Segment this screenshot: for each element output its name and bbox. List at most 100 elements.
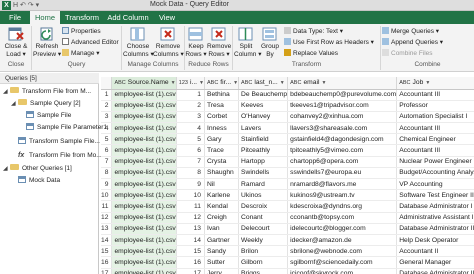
row-number-cell[interactable]: 1 [101,89,113,101]
table-row[interactable]: 8 employee-list (1).csv 8 Shaughn Swindells s… [101,167,474,180]
table-cell[interactable]: 10 [176,189,205,202]
table-cell[interactable]: Stainfield [238,133,289,146]
filter-dropdown-icon[interactable]: ▼ [171,80,176,86]
table-cell[interactable]: Tresa [204,100,240,112]
close-load-button[interactable]: Close & Load ▾ [2,26,30,59]
filter-dropdown-icon[interactable]: ▼ [425,80,430,86]
table-cell[interactable]: Accountant III [396,122,474,135]
table-row[interactable]: 17 employee-list (1).csv 17 Jerry Briggs jcic… [101,268,474,274]
table-cell[interactable]: 12 [176,212,205,224]
row-number-cell[interactable]: 15 [101,245,113,258]
table-cell[interactable]: employee-list (1).csv [111,212,177,224]
table-cell[interactable]: 6 [176,144,205,157]
table-cell[interactable]: Nil [204,178,240,191]
table-row[interactable]: 14 employee-list (1).csv 14 Gartner Weekly id… [101,234,474,247]
query-item-transform-file-function[interactable]: fx Transform File from Mo... [18,150,102,162]
query-item-mock-data[interactable]: Mock Data [18,175,60,187]
table-cell[interactable]: Shaughn [204,167,240,180]
table-row[interactable]: 16 employee-list (1).csv 16 Sutter Gilborn sg… [101,256,474,269]
column-header[interactable]: ABC last_n... ▼ [238,77,289,90]
row-number-cell[interactable]: 14 [101,234,113,247]
table-cell[interactable]: Administrative Assistant I [396,212,474,224]
table-cell[interactable]: VP Accounting [396,178,474,191]
collapse-caret-icon[interactable]: ◢ [3,86,10,98]
table-cell[interactable]: cconantb@topsy.com [287,212,398,224]
table-cell[interactable]: Ivan [204,223,240,235]
table-cell[interactable]: Pitceathly [238,144,289,157]
table-cell[interactable]: 17 [176,268,205,274]
table-row[interactable]: 4 employee-list (1).csv 4 Inness Lavers llave… [101,122,474,135]
table-cell[interactable]: O'Hanvey [238,111,289,124]
column-header[interactable]: 123 i... ▼ [176,77,205,90]
table-cell[interactable]: 2 [176,100,205,112]
table-cell[interactable]: sbrilone@webnode.com [287,245,398,258]
group-by-button[interactable]: Group By [258,26,282,59]
table-cell[interactable]: Hartopp [238,156,289,168]
remove-columns-button[interactable]: Remove Columns ▾ [153,26,184,59]
table-cell[interactable]: 3 [176,111,205,124]
table-cell[interactable]: General Manager [396,256,474,269]
table-cell[interactable]: chartopp6@opera.com [287,156,398,168]
table-cell[interactable]: employee-list (1).csv [111,268,177,274]
query-folder-sample-query[interactable]: ◢ Sample Query [2] [11,98,81,110]
table-cell[interactable]: Bethina [204,89,240,101]
table-cell[interactable]: jcicoof@skyrock.com [287,268,398,274]
filter-dropdown-icon[interactable]: ▼ [321,80,326,86]
table-cell[interactable]: Inness [204,122,240,135]
row-number-cell[interactable]: 2 [101,100,113,112]
table-row[interactable]: 11 employee-list (1).csv 11 Kendal Descroix k… [101,200,474,213]
table-cell[interactable]: 15 [176,245,205,258]
table-cell[interactable]: Automation Specialist I [396,111,474,124]
table-cell[interactable]: Database Administrator I [396,200,474,213]
table-row[interactable]: 15 employee-list (1).csv 15 Sandy Brilon sbri… [101,245,474,258]
combine-files-button[interactable]: Combine Files [382,49,433,58]
table-cell[interactable]: kukinos9@ustream.tv [287,189,398,202]
table-row[interactable]: 5 employee-list (1).csv 5 Gary Stainfield gst… [101,133,474,146]
table-cell[interactable]: 9 [176,178,205,191]
table-row[interactable]: 2 employee-list (1).csv 2 Tresa Keeves tkeeve… [101,100,474,112]
split-column-button[interactable]: Split Column ▾ [234,26,261,59]
table-cell[interactable]: Kendal [204,200,240,213]
table-cell[interactable]: Accountant III [396,144,474,157]
table-cell[interactable]: Gary [204,133,240,146]
table-cell[interactable]: gstainfield4@dagondesign.com [287,133,398,146]
table-cell[interactable]: 8 [176,167,205,180]
merge-queries-button[interactable]: Merge Queries ▾ [382,27,439,36]
table-cell[interactable]: Database Administrator II [396,268,474,274]
table-cell[interactable]: Budget/Accounting Analyst I [396,167,474,180]
table-cell[interactable]: Ramard [238,178,289,191]
query-item-sample-file[interactable]: Sample File [26,110,71,122]
table-cell[interactable]: employee-list (1).csv [111,100,177,112]
row-number-cell[interactable]: 17 [101,268,113,274]
row-number-cell[interactable]: 8 [101,167,113,180]
tab-home[interactable]: Home [30,11,60,24]
table-cell[interactable]: Delecourt [238,223,289,235]
table-cell[interactable]: De Beauchemp [238,89,289,101]
table-cell[interactable]: tpitceathly5@vimeo.com [287,144,398,157]
table-cell[interactable]: Sandy [204,245,240,258]
row-number-cell[interactable]: 6 [101,144,113,157]
append-queries-button[interactable]: Append Queries ▾ [382,38,443,47]
table-cell[interactable]: 16 [176,256,205,269]
table-cell[interactable]: Professor [396,100,474,112]
table-cell[interactable]: employee-list (1).csv [111,234,177,247]
table-row[interactable]: 7 employee-list (1).csv 7 Crysta Hartopp char… [101,156,474,168]
table-cell[interactable]: Sutter [204,256,240,269]
table-cell[interactable]: employee-list (1).csv [111,144,177,157]
table-cell[interactable]: Keeves [238,100,289,112]
row-number-cell[interactable]: 11 [101,200,113,213]
table-cell[interactable]: 13 [176,223,205,235]
table-cell[interactable]: Ukinos [238,189,289,202]
table-row[interactable]: 6 employee-list (1).csv 6 Trace Pitceathly tp… [101,144,474,157]
row-number-cell[interactable]: 9 [101,178,113,191]
table-cell[interactable]: employee-list (1).csv [111,111,177,124]
table-cell[interactable]: employee-list (1).csv [111,122,177,135]
query-item-sample-file-parameter[interactable]: Sample File Parameter1 [26,122,107,134]
table-cell[interactable]: Weekly [238,234,289,247]
tab-view[interactable]: View [154,11,180,24]
table-cell[interactable]: bdebeauchemp0@purevolume.com [287,89,398,101]
column-type-icon[interactable]: ABC [114,80,125,86]
row-number-cell[interactable]: 3 [101,111,113,124]
replace-values-button[interactable]: Replace Values [284,49,338,58]
advanced-editor-button[interactable]: Advanced Editor [62,38,119,47]
